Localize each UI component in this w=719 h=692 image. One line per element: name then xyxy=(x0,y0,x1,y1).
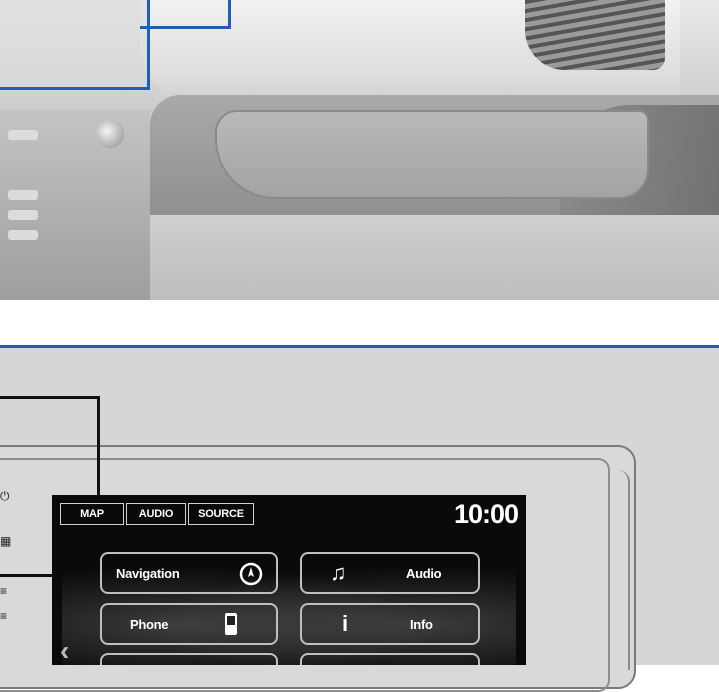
compass-icon xyxy=(238,561,264,592)
info-label: Info xyxy=(410,617,433,632)
power-volume-icon[interactable]: ⏻ xyxy=(0,490,10,502)
control-knob xyxy=(96,120,124,148)
touch-screen: MAP AUDIO SOURCE 10:00 Navigation ♫ Audi… xyxy=(52,495,526,665)
menu-button-partial[interactable] xyxy=(300,653,480,665)
tab-map[interactable]: MAP xyxy=(60,503,124,525)
phone-icon xyxy=(224,612,238,641)
screen-location-callout xyxy=(0,0,150,90)
info-button[interactable]: i Info xyxy=(300,603,480,645)
tab-audio[interactable]: AUDIO xyxy=(126,503,186,525)
console-slat xyxy=(8,190,38,200)
console-slat xyxy=(8,230,38,240)
dashboard-photo xyxy=(0,0,719,300)
phone-button[interactable]: Phone xyxy=(100,603,278,645)
phone-label: Phone xyxy=(130,617,169,632)
menu-button-partial[interactable] xyxy=(100,653,278,665)
console-slat xyxy=(8,130,38,140)
home-grid-icon[interactable]: ▦ xyxy=(0,535,11,547)
navigation-label: Navigation xyxy=(116,566,180,581)
tab-source[interactable]: SOURCE xyxy=(188,503,254,525)
screen-top-bar: MAP AUDIO SOURCE 10:00 xyxy=(52,495,526,535)
back-arrow-icon[interactable]: ‹ xyxy=(60,635,69,665)
info-icon: i xyxy=(342,611,349,636)
callout-leader-line xyxy=(97,396,100,502)
callout-leader-line xyxy=(0,396,100,399)
center-console xyxy=(0,110,150,300)
console-slat xyxy=(8,210,38,220)
menu-bars-icon[interactable]: ≡ xyxy=(0,585,7,597)
audio-label: Audio xyxy=(406,566,442,581)
footwell xyxy=(150,215,719,300)
glove-box xyxy=(215,110,649,199)
clock: 10:00 xyxy=(453,499,519,529)
air-vent xyxy=(525,0,665,70)
audio-button[interactable]: ♫ Audio xyxy=(300,552,480,594)
menu-bars-icon[interactable]: ≡ xyxy=(0,610,7,622)
navigation-button[interactable]: Navigation xyxy=(100,552,278,594)
screen-location-callout-edge xyxy=(140,0,231,29)
head-unit-edge xyxy=(610,470,630,670)
music-note-icon: ♫ xyxy=(330,560,347,585)
